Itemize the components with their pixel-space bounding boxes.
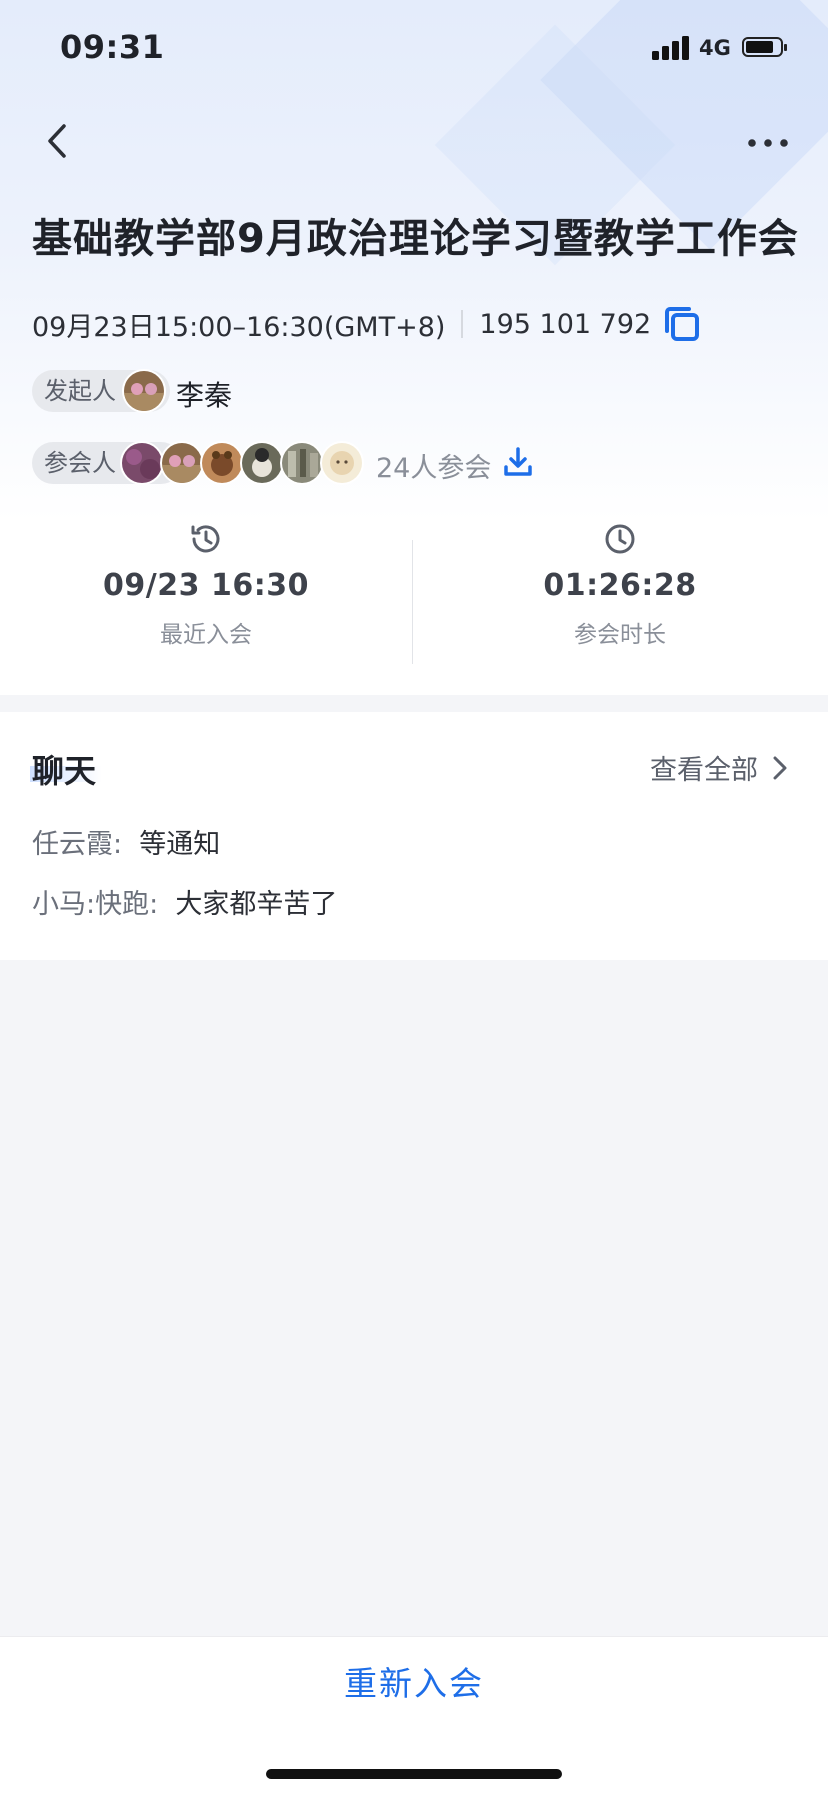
history-icon [191, 525, 220, 553]
attendee-count: 24人参会 [376, 453, 492, 484]
back-arrow-icon [48, 124, 66, 158]
view-all-label: 查看全部 [650, 755, 758, 786]
avatar [120, 441, 164, 485]
copy-icon[interactable] [663, 305, 701, 343]
download-icon[interactable] [502, 446, 534, 478]
chat-text: 等通知 [139, 829, 221, 860]
duration-label: 参会时长 [574, 622, 666, 648]
clock-icon [605, 524, 635, 554]
chevron-right-icon [773, 756, 787, 779]
network-type: 4G [699, 36, 731, 60]
chat-sender: 任云霞: [32, 829, 123, 860]
duration-stat: 01:26:28 参会时长 [490, 522, 750, 649]
chat-text: 大家都辛苦了 [175, 889, 338, 920]
meeting-id: 195 101 792 [479, 308, 652, 340]
avatar [122, 369, 166, 413]
meeting-datetime: 09月23日15:00–16:30(GMT+8) [32, 311, 446, 343]
meeting-title: 基础教学部9月政治理论学习暨教学工作会 [32, 216, 799, 262]
more-button[interactable] [746, 126, 790, 160]
last-join-stat: 09/23 16:30 最近入会 [76, 522, 336, 649]
divider [461, 310, 464, 338]
footer-bar: 重新入会 [0, 1636, 828, 1793]
home-indicator[interactable] [266, 1769, 562, 1779]
avatar [240, 441, 284, 485]
avatar [160, 441, 204, 485]
battery-icon [742, 37, 787, 59]
avatar [200, 441, 244, 485]
status-time: 09:31 [60, 28, 165, 66]
duration-value: 01:26:28 [543, 568, 697, 603]
chat-sender: 小马:快跑: [32, 889, 159, 920]
rejoin-button[interactable]: 重新入会 [0, 1657, 828, 1705]
more-icon [748, 139, 788, 147]
last-join-value: 09/23 16:30 [103, 568, 309, 603]
divider [412, 540, 413, 664]
meeting-meta: 09月23日15:00–16:30(GMT+8) 195 101 792 [32, 305, 701, 343]
chat-section: 聊天 查看全部 任云霞: 等通知 小马:快跑: 大家都辛苦了 [0, 712, 828, 960]
chat-message: 小马:快跑: 大家都辛苦了 [32, 882, 337, 921]
avatar [280, 441, 324, 485]
host-name: 李秦 [176, 379, 233, 412]
back-button[interactable] [40, 118, 80, 164]
signal-icon [652, 36, 692, 60]
chat-title: 聊天 [32, 752, 97, 790]
last-join-label: 最近入会 [160, 622, 252, 648]
view-all-button[interactable]: 查看全部 [650, 748, 788, 787]
avatar [320, 441, 364, 485]
chat-message: 任云霞: 等通知 [32, 822, 220, 861]
